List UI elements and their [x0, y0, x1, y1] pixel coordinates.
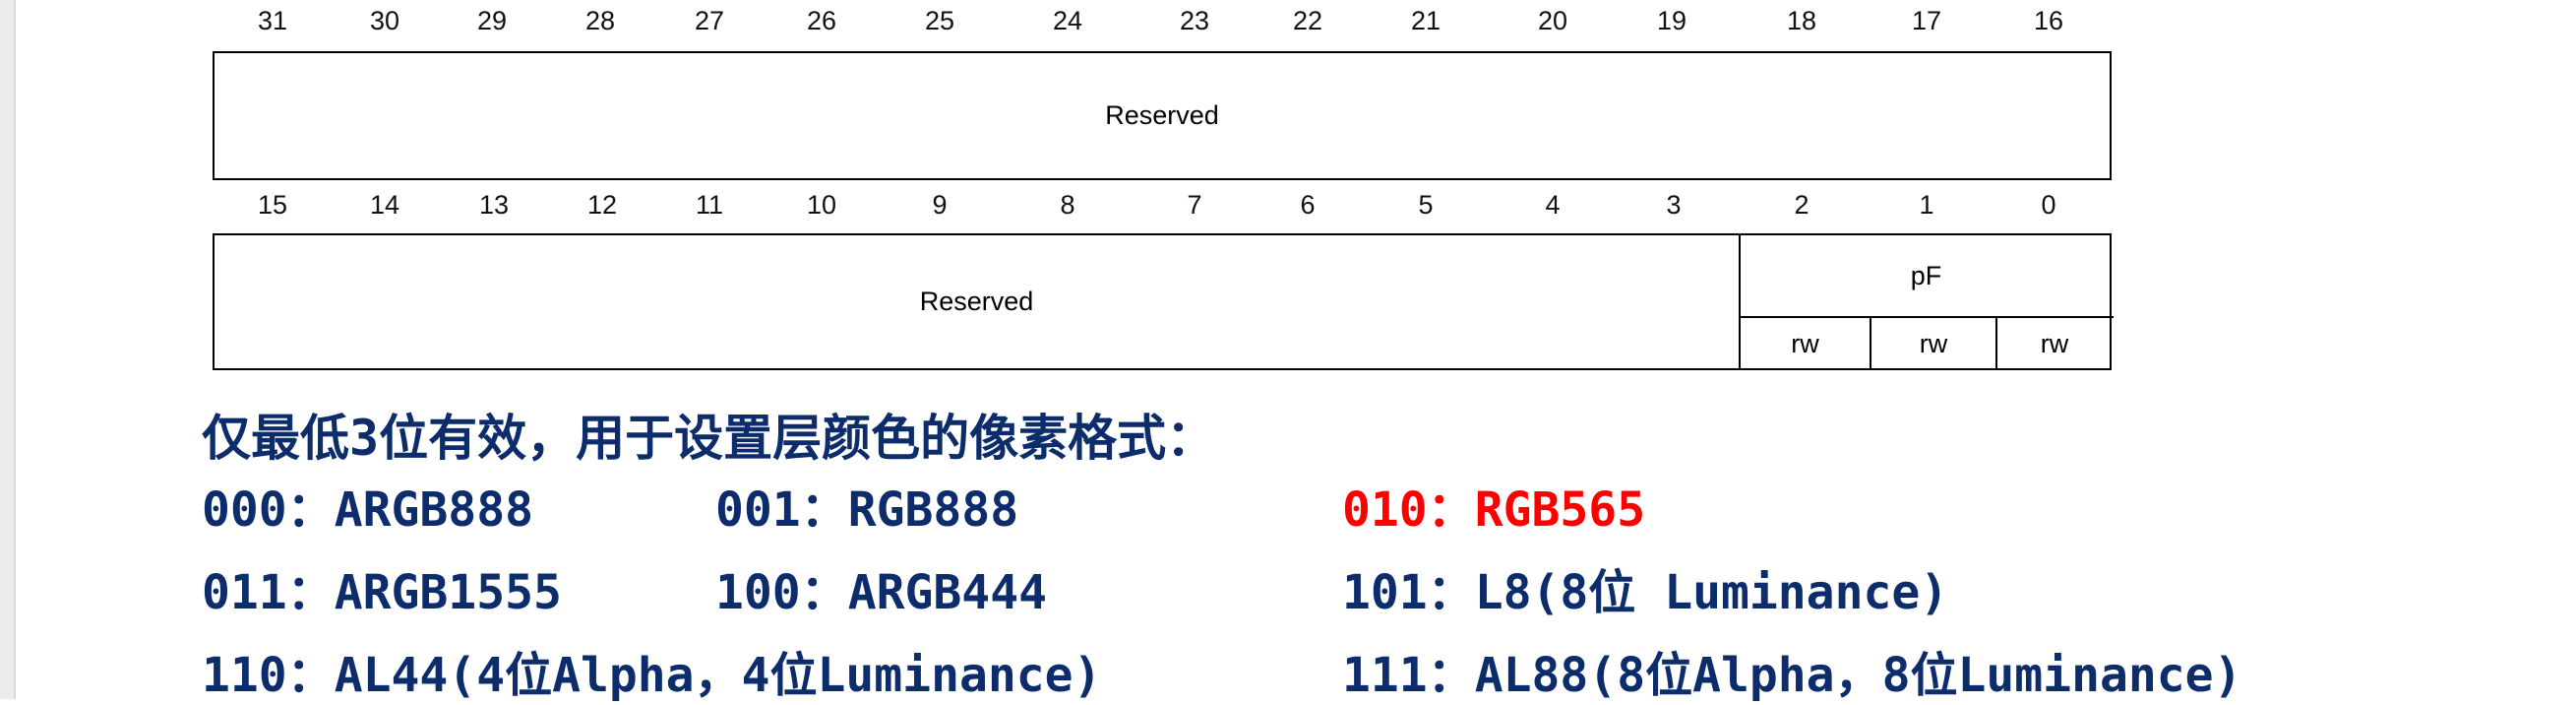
bit-numbers-low: 15 14 13 12 11 10 9 8 7 6 5 4 3 2 1 0 [0, 190, 2576, 229]
reserved-label: Reserved [1105, 100, 1219, 130]
pf-field: pF [1741, 235, 2112, 316]
bit-number: 15 [257, 190, 288, 220]
bit-number: 10 [806, 190, 837, 220]
bit-number: 1 [1919, 190, 1934, 220]
format-011: 011：ARGB1555 [202, 565, 562, 620]
format-001: 001：RGB888 [715, 482, 1019, 538]
bit-number: 27 [694, 6, 725, 35]
bit-number: 25 [924, 6, 955, 35]
reserved-label: Reserved [919, 287, 1034, 316]
bit-number: 30 [369, 6, 400, 35]
reserved-field-high: Reserved [215, 53, 2110, 178]
format-000: 000：ARGB888 [202, 482, 533, 538]
bit-number: 13 [478, 190, 510, 220]
bit-number: 7 [1187, 190, 1202, 220]
access-label: rw [2040, 329, 2069, 358]
bit-number: 5 [1418, 190, 1434, 220]
register-high-box: Reserved [213, 51, 2112, 180]
bit-number: 3 [1666, 190, 1682, 220]
bit-number: 17 [1911, 6, 1942, 35]
description-heading: 仅最低3位有效，用于设置层颜色的像素格式： [202, 410, 1216, 467]
bit-number: 2 [1794, 190, 1809, 220]
window-left-edge [0, 0, 16, 699]
register-low-box: Reserved pF rw rw rw [213, 233, 2114, 370]
bit-number: 20 [1537, 6, 1568, 35]
bit-number: 14 [369, 190, 400, 220]
bit-number: 18 [1786, 6, 1817, 35]
format-101: 101：L8(8位 Luminance) [1342, 565, 1949, 620]
bit-number: 9 [932, 190, 948, 220]
bit-number: 8 [1060, 190, 1075, 220]
format-110: 110：AL44(4位Alpha，4位Luminance) [202, 648, 1102, 703]
bit-number: 22 [1292, 6, 1323, 35]
bit-number: 31 [257, 6, 288, 35]
bit-number: 4 [1545, 190, 1561, 220]
bit-number: 24 [1052, 6, 1083, 35]
bit-number: 6 [1300, 190, 1316, 220]
bit-number: 28 [584, 6, 616, 35]
bit-number: 0 [2041, 190, 2056, 220]
bit-numbers-high: 31 30 29 28 27 26 25 24 23 22 21 20 19 1… [0, 6, 2576, 45]
reserved-field-low: Reserved [215, 235, 1739, 368]
bit-number: 29 [476, 6, 508, 35]
bit-number: 16 [2033, 6, 2064, 35]
pf-label: pF [1910, 260, 1942, 290]
bit-number: 11 [695, 190, 724, 220]
bit-number: 19 [1656, 6, 1687, 35]
bit-number: 12 [586, 190, 618, 220]
format-100: 100：ARGB444 [715, 565, 1047, 620]
format-111: 111：AL88(8位Alpha，8位Luminance) [1342, 648, 2242, 703]
access-label: rw [1919, 329, 1948, 358]
access-bit-0: rw [1997, 318, 2112, 370]
access-label: rw [1791, 329, 1819, 358]
bit-number: 26 [806, 6, 837, 35]
access-bit-2: rw [1741, 318, 1870, 370]
access-bit-1: rw [1871, 318, 1995, 370]
format-010: 010：RGB565 [1342, 482, 1646, 538]
bit-number: 21 [1410, 6, 1441, 35]
bit-number: 23 [1179, 6, 1210, 35]
